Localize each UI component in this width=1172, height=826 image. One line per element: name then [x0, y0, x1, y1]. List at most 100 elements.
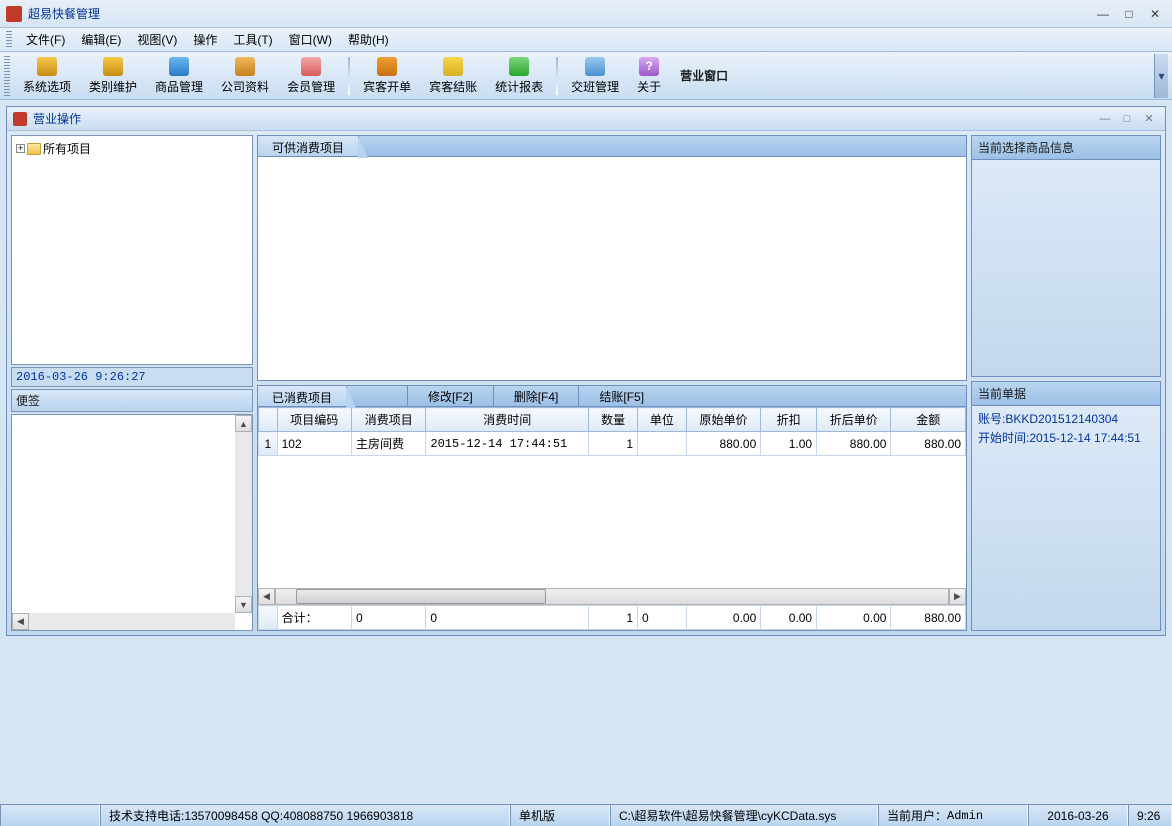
cell-name: 主房间费 [352, 432, 426, 456]
menu-tools[interactable]: 工具(T) [225, 29, 280, 50]
notes-hscroll[interactable]: ◀ ▶ [12, 613, 235, 630]
order-header: 当前单据 [971, 381, 1161, 406]
menu-operate[interactable]: 操作 [185, 29, 225, 50]
totals-row: 合计： 0 0 1 0 0.00 0.00 0.00 880.00 [259, 606, 966, 630]
tree-root-label: 所有项目 [43, 140, 91, 157]
totals-head [259, 606, 278, 630]
toolbar-overflow[interactable]: ▾ [1154, 54, 1168, 98]
product-info-header: 当前选择商品信息 [971, 135, 1161, 160]
toolbar-separator [556, 57, 558, 95]
cell-rownum: 1 [259, 432, 278, 456]
tb-shift-manage[interactable]: 交班管理 [562, 54, 628, 98]
menu-view[interactable]: 视图(V) [129, 29, 185, 50]
child-title: 营业操作 [33, 110, 1095, 127]
app-icon [6, 6, 22, 22]
status-support: 技术支持电话:13570098458 QQ:408088750 19669038… [100, 805, 510, 826]
child-minimize-button[interactable]: — [1095, 112, 1115, 126]
middle-column: 可供消费项目 已消费项目 修改[F2] 删除[F4] 结账[F5] [257, 135, 967, 631]
scroll-left-icon[interactable]: ◀ [12, 613, 29, 630]
status-edition: 单机版 [510, 805, 610, 826]
tree-panel: + 所有项目 [11, 135, 253, 365]
grid-hscroll[interactable]: ◀ ▶ [258, 588, 966, 605]
status-spacer [0, 805, 100, 826]
col-qty[interactable]: 数量 [589, 408, 638, 432]
minimize-button[interactable]: — [1092, 6, 1114, 22]
tb-company-info[interactable]: 公司资料 [212, 54, 278, 98]
menu-file[interactable]: 文件(F) [18, 29, 73, 50]
order-start-label: 开始时间: [978, 431, 1029, 445]
tb-label: 系统选项 [23, 78, 71, 95]
totals-c1: 0 [352, 606, 426, 630]
action-checkout[interactable]: 结账[F5] [578, 386, 664, 406]
cell-amount: 880.00 [891, 432, 966, 456]
scroll-thumb[interactable] [296, 589, 546, 604]
col-unit[interactable]: 单位 [638, 408, 687, 432]
cell-discprice: 880.00 [817, 432, 891, 456]
status-date: 2016-03-26 [1028, 805, 1128, 826]
tb-label: 商品管理 [155, 78, 203, 95]
col-discprice[interactable]: 折后单价 [817, 408, 891, 432]
action-modify[interactable]: 修改[F2] [407, 386, 493, 406]
scroll-left-icon[interactable]: ◀ [258, 588, 275, 605]
tb-stat-reports[interactable]: 统计报表 [486, 54, 552, 98]
status-path: C:\超易软件\超易快餐管理\cyKCData.sys [610, 805, 878, 826]
child-maximize-button[interactable]: □ [1117, 112, 1137, 126]
totals-table: 合计： 0 0 1 0 0.00 0.00 0.00 880.00 [258, 605, 966, 630]
table-row[interactable]: 1 102 主房间费 2015-12-14 17:44:51 1 880.00 … [259, 432, 966, 456]
totals-unit: 0 [638, 606, 687, 630]
menu-bar: 文件(F) 编辑(E) 视图(V) 操作 工具(T) 窗口(W) 帮助(H) [0, 28, 1172, 52]
col-time[interactable]: 消费时间 [426, 408, 589, 432]
menu-help[interactable]: 帮助(H) [340, 29, 397, 50]
tb-system-options[interactable]: 系统选项 [14, 54, 80, 98]
grid-table: 项目编码 消费项目 消费时间 数量 单位 原始单价 折扣 折后单价 金额 [258, 407, 966, 456]
tree-root-node[interactable]: + 所有项目 [16, 140, 248, 157]
notes-body[interactable]: ▲ ▼ ◀ ▶ [11, 414, 253, 631]
scroll-right-icon[interactable]: ▶ [218, 630, 235, 631]
consumable-area [257, 157, 967, 381]
tb-guest-checkout[interactable]: 宾客结账 [420, 54, 486, 98]
scroll-track[interactable] [275, 588, 949, 605]
scroll-up-icon[interactable]: ▲ [235, 415, 252, 432]
cell-time: 2015-12-14 17:44:51 [426, 432, 589, 456]
tb-product-manage[interactable]: 商品管理 [146, 54, 212, 98]
close-button[interactable]: ✕ [1144, 6, 1166, 22]
tb-category-maint[interactable]: 类别维护 [80, 54, 146, 98]
child-close-button[interactable]: ✕ [1139, 112, 1159, 126]
outer-titlebar: 超易快餐管理 — □ ✕ [0, 0, 1172, 28]
scroll-right-icon[interactable]: ▶ [949, 588, 966, 605]
tb-member-manage[interactable]: 会员管理 [278, 54, 344, 98]
cell-code: 102 [277, 432, 351, 456]
product-info-body [971, 160, 1161, 377]
tb-guest-order[interactable]: 宾客开单 [354, 54, 420, 98]
notes-vscroll[interactable]: ▲ ▼ [235, 415, 252, 613]
cell-discount: 1.00 [761, 432, 817, 456]
maximize-button[interactable]: □ [1118, 6, 1140, 22]
status-time: 9:26 [1128, 805, 1172, 826]
consumable-tab[interactable]: 可供消费项目 [258, 136, 359, 156]
tb-label: 宾客结账 [429, 78, 477, 95]
timestamp-row: 2016-03-26 9:26:27 [11, 367, 253, 387]
tree-expand-icon[interactable]: + [16, 144, 25, 153]
col-origprice[interactable]: 原始单价 [686, 408, 760, 432]
consumed-grid: 项目编码 消费项目 消费时间 数量 单位 原始单价 折扣 折后单价 金额 [257, 407, 967, 631]
order-start-value: 2015-12-14 17:44:51 [1029, 431, 1140, 445]
col-code[interactable]: 项目编码 [277, 408, 351, 432]
tb-business-window[interactable]: 营业窗口 [670, 67, 738, 84]
status-user-value: Admin [947, 809, 983, 823]
tb-label: 交班管理 [571, 78, 619, 95]
menu-edit[interactable]: 编辑(E) [73, 29, 129, 50]
scroll-down-icon[interactable]: ▼ [235, 596, 252, 613]
tb-label: 关于 [637, 78, 661, 95]
tb-about[interactable]: ?关于 [628, 54, 670, 98]
menu-window[interactable]: 窗口(W) [281, 29, 340, 50]
consumed-tab[interactable]: 已消费项目 [258, 386, 347, 406]
col-rownum[interactable] [259, 408, 278, 432]
cell-unit [638, 432, 687, 456]
col-amount[interactable]: 金额 [891, 408, 966, 432]
col-discount[interactable]: 折扣 [761, 408, 817, 432]
client-area: 营业操作 — □ ✕ + 所有项目 2016-03-26 9:26:27 便签 [0, 100, 1172, 804]
col-name[interactable]: 消费项目 [352, 408, 426, 432]
action-delete[interactable]: 删除[F4] [493, 386, 579, 406]
right-column: 当前选择商品信息 当前单据 账号:BKKD201512140304 开始时间:2… [971, 135, 1161, 631]
consumable-header: 可供消费项目 [257, 135, 967, 157]
